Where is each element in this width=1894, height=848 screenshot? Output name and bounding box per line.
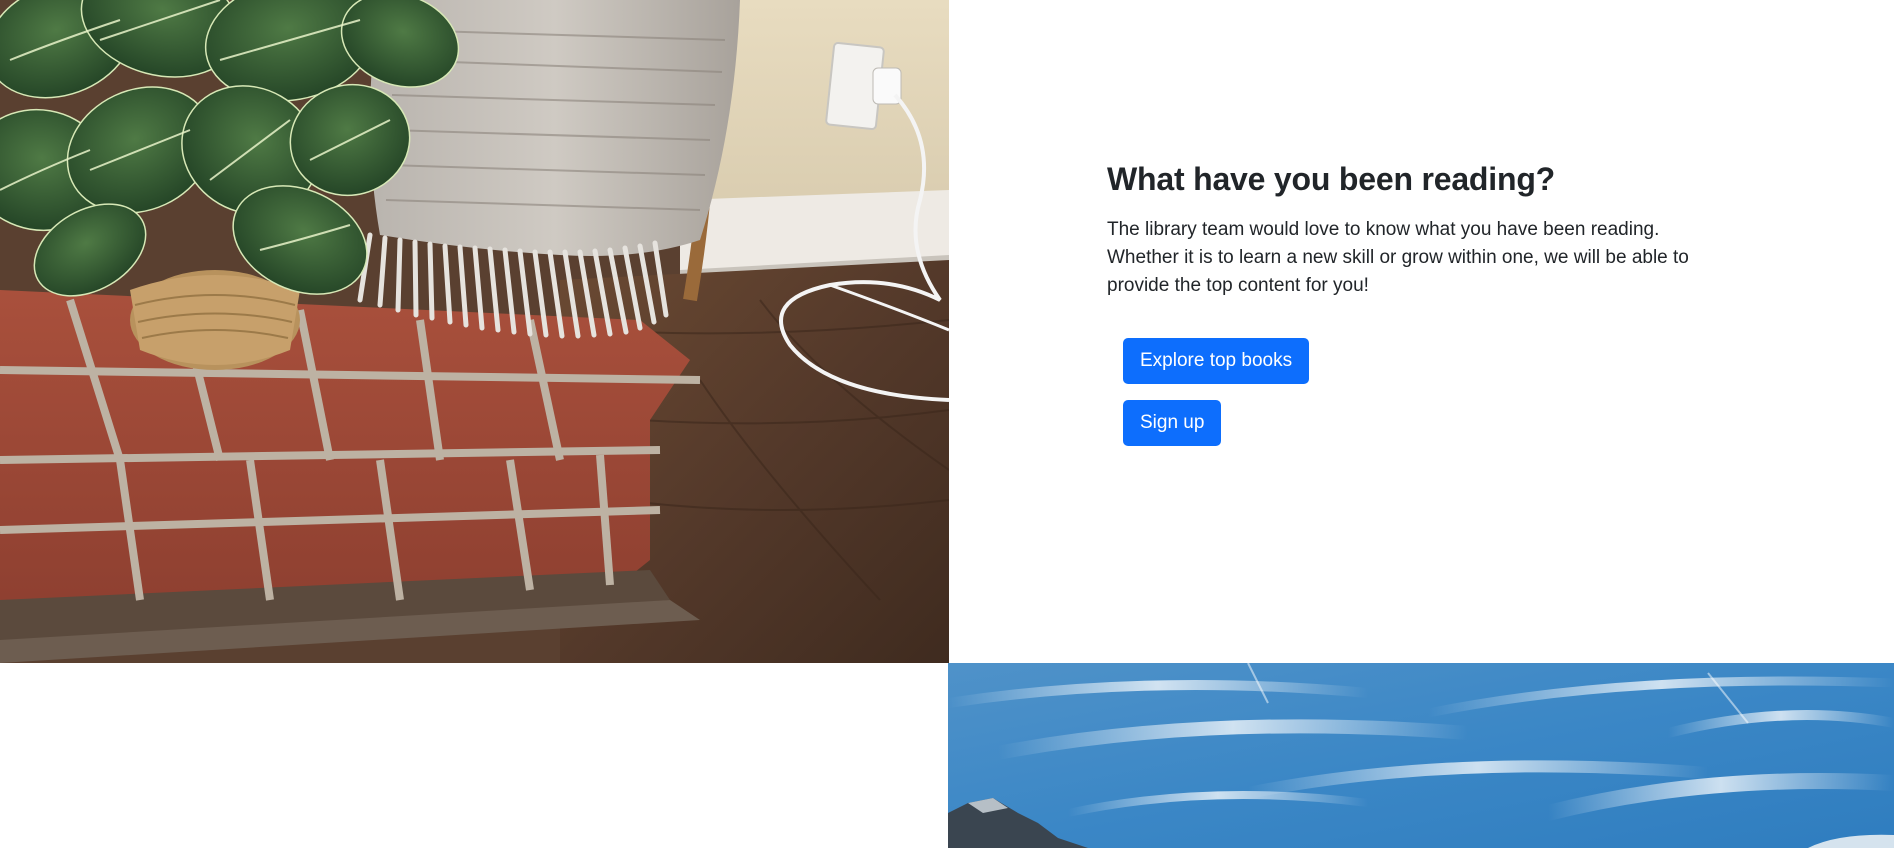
page: What have you been reading? The library … [0, 0, 1894, 848]
explore-top-books-button[interactable]: Explore top books [1123, 338, 1310, 385]
sign-up-button[interactable]: Sign up [1123, 400, 1222, 447]
living-room-photo [0, 0, 949, 663]
sky-mountain-photo [948, 663, 1894, 848]
button-group: Explore top books Sign up [1123, 338, 1727, 447]
feature-heading: What have you been reading? [1107, 161, 1556, 197]
feature-description: The library team would love to know what… [1107, 219, 1689, 297]
feature-section: What have you been reading? The library … [1107, 160, 1727, 447]
